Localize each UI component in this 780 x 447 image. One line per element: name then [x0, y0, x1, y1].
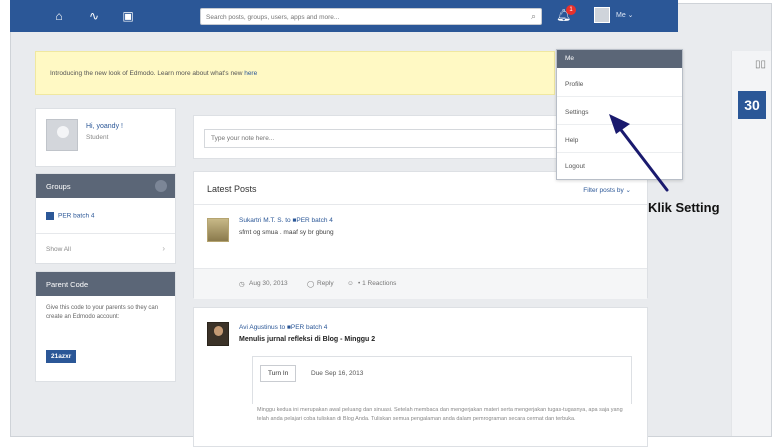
home-icon[interactable]: ⌂ [50, 7, 68, 25]
chevron-right-icon[interactable]: › [162, 244, 165, 253]
parent-code-title: Parent Code [46, 280, 89, 289]
group-item[interactable]: PER batch 4 [46, 212, 95, 220]
turn-in-button[interactable]: Turn In [260, 365, 297, 382]
assignment-box: Turn In Due Sep 16, 2013 [252, 356, 632, 404]
divider [36, 233, 175, 234]
note-input[interactable] [204, 129, 566, 148]
menu-item-logout[interactable]: Logout [557, 154, 682, 179]
banner-text: Introducing the new look of Edmodo. Lear… [50, 70, 245, 77]
reactions-count[interactable]: • 1 Reactions [358, 280, 396, 287]
post-text: sfmt og smua . maaf sy br gbung [239, 229, 334, 236]
banner-link[interactable]: here [244, 70, 257, 77]
latest-posts-card: Latest Posts Filter posts by ⌄ Sukartri … [193, 171, 648, 299]
announcement-banner: Introducing the new look of Edmodo. Lear… [35, 51, 555, 95]
filter-posts-dropdown[interactable]: Filter posts by ⌄ [583, 186, 631, 194]
assignment-post-card: Avi Agustinus to ■PER batch 4 Menulis ju… [193, 307, 648, 447]
me-dropdown-menu: Me Profile Settings Help Logout [556, 49, 683, 180]
profile-card: Hi, yoandy ! Student [35, 108, 176, 167]
composer-card [193, 115, 573, 159]
menu-item-profile[interactable]: Profile [557, 72, 682, 97]
reaction-icon[interactable]: ☺ [347, 280, 354, 287]
groups-title: Groups [46, 182, 71, 191]
assignment-body: Minggu kedua ini merupakan awal peluang … [257, 407, 623, 422]
parent-code-card: Parent Code Give this code to your paren… [35, 271, 176, 382]
notification-count-badge: 1 [566, 5, 576, 15]
feed-title: Latest Posts [207, 184, 257, 194]
divider [194, 204, 647, 205]
post-author[interactable]: Avi Agustinus to ■PER batch 4 [239, 324, 327, 331]
activity-icon[interactable]: ∿ [85, 7, 103, 25]
groups-card: Groups PER batch 4 Show All › [35, 173, 176, 264]
post-date: Aug 30, 2013 [249, 280, 288, 287]
parent-code-text: Give this code to your parents so they c… [46, 305, 159, 320]
profile-avatar[interactable] [46, 119, 78, 151]
group-item-label: PER batch 4 [58, 212, 95, 220]
post-author-avatar[interactable] [207, 218, 229, 242]
show-all-link[interactable]: Show All [46, 246, 71, 253]
menu-item-settings[interactable]: Settings [557, 100, 682, 125]
profile-name[interactable]: Hi, yoandy ! [86, 123, 123, 130]
calendar-day-icon[interactable]: 30 [738, 91, 766, 119]
dropdown-header: Me [557, 50, 682, 68]
search-input[interactable] [206, 11, 506, 23]
profile-role: Student [86, 134, 109, 141]
calendar-nav-icon[interactable]: ▣ [119, 7, 137, 25]
clock-icon: ◷ [239, 281, 245, 288]
callout-label: Klik Setting [648, 200, 720, 215]
apps-grid-icon[interactable]: ▯▯ [755, 59, 766, 70]
me-menu-toggle[interactable]: Me ⌄ [616, 11, 634, 19]
parent-code-header: Parent Code [36, 272, 175, 296]
post-author[interactable]: Sukartri M.T. S. to ■PER batch 4 [239, 217, 333, 224]
reply-button[interactable]: Reply [317, 280, 334, 287]
due-date: Due Sep 16, 2013 [311, 370, 364, 377]
groups-add-icon[interactable] [155, 180, 167, 192]
search-icon[interactable]: ⌕ [531, 11, 536, 22]
search-bar[interactable]: ⌕ [200, 8, 542, 25]
top-nav-bar: ⌂ ∿ ▣ ⌕ 🔔︎ 1 Me ⌄ [10, 0, 678, 32]
post-author-avatar[interactable] [207, 322, 229, 346]
user-avatar[interactable] [594, 7, 610, 23]
post-meta-bar: ◷ Aug 30, 2013 ◯ Reply ☺ • 1 Reactions [194, 268, 647, 299]
reply-icon[interactable]: ◯ [307, 280, 314, 288]
parent-code-value: 21azxr [46, 350, 77, 363]
menu-item-help[interactable]: Help [557, 128, 682, 153]
group-color-icon [46, 212, 54, 220]
assignment-title[interactable]: Menulis jurnal refleksi di Blog - Minggu… [239, 336, 375, 343]
